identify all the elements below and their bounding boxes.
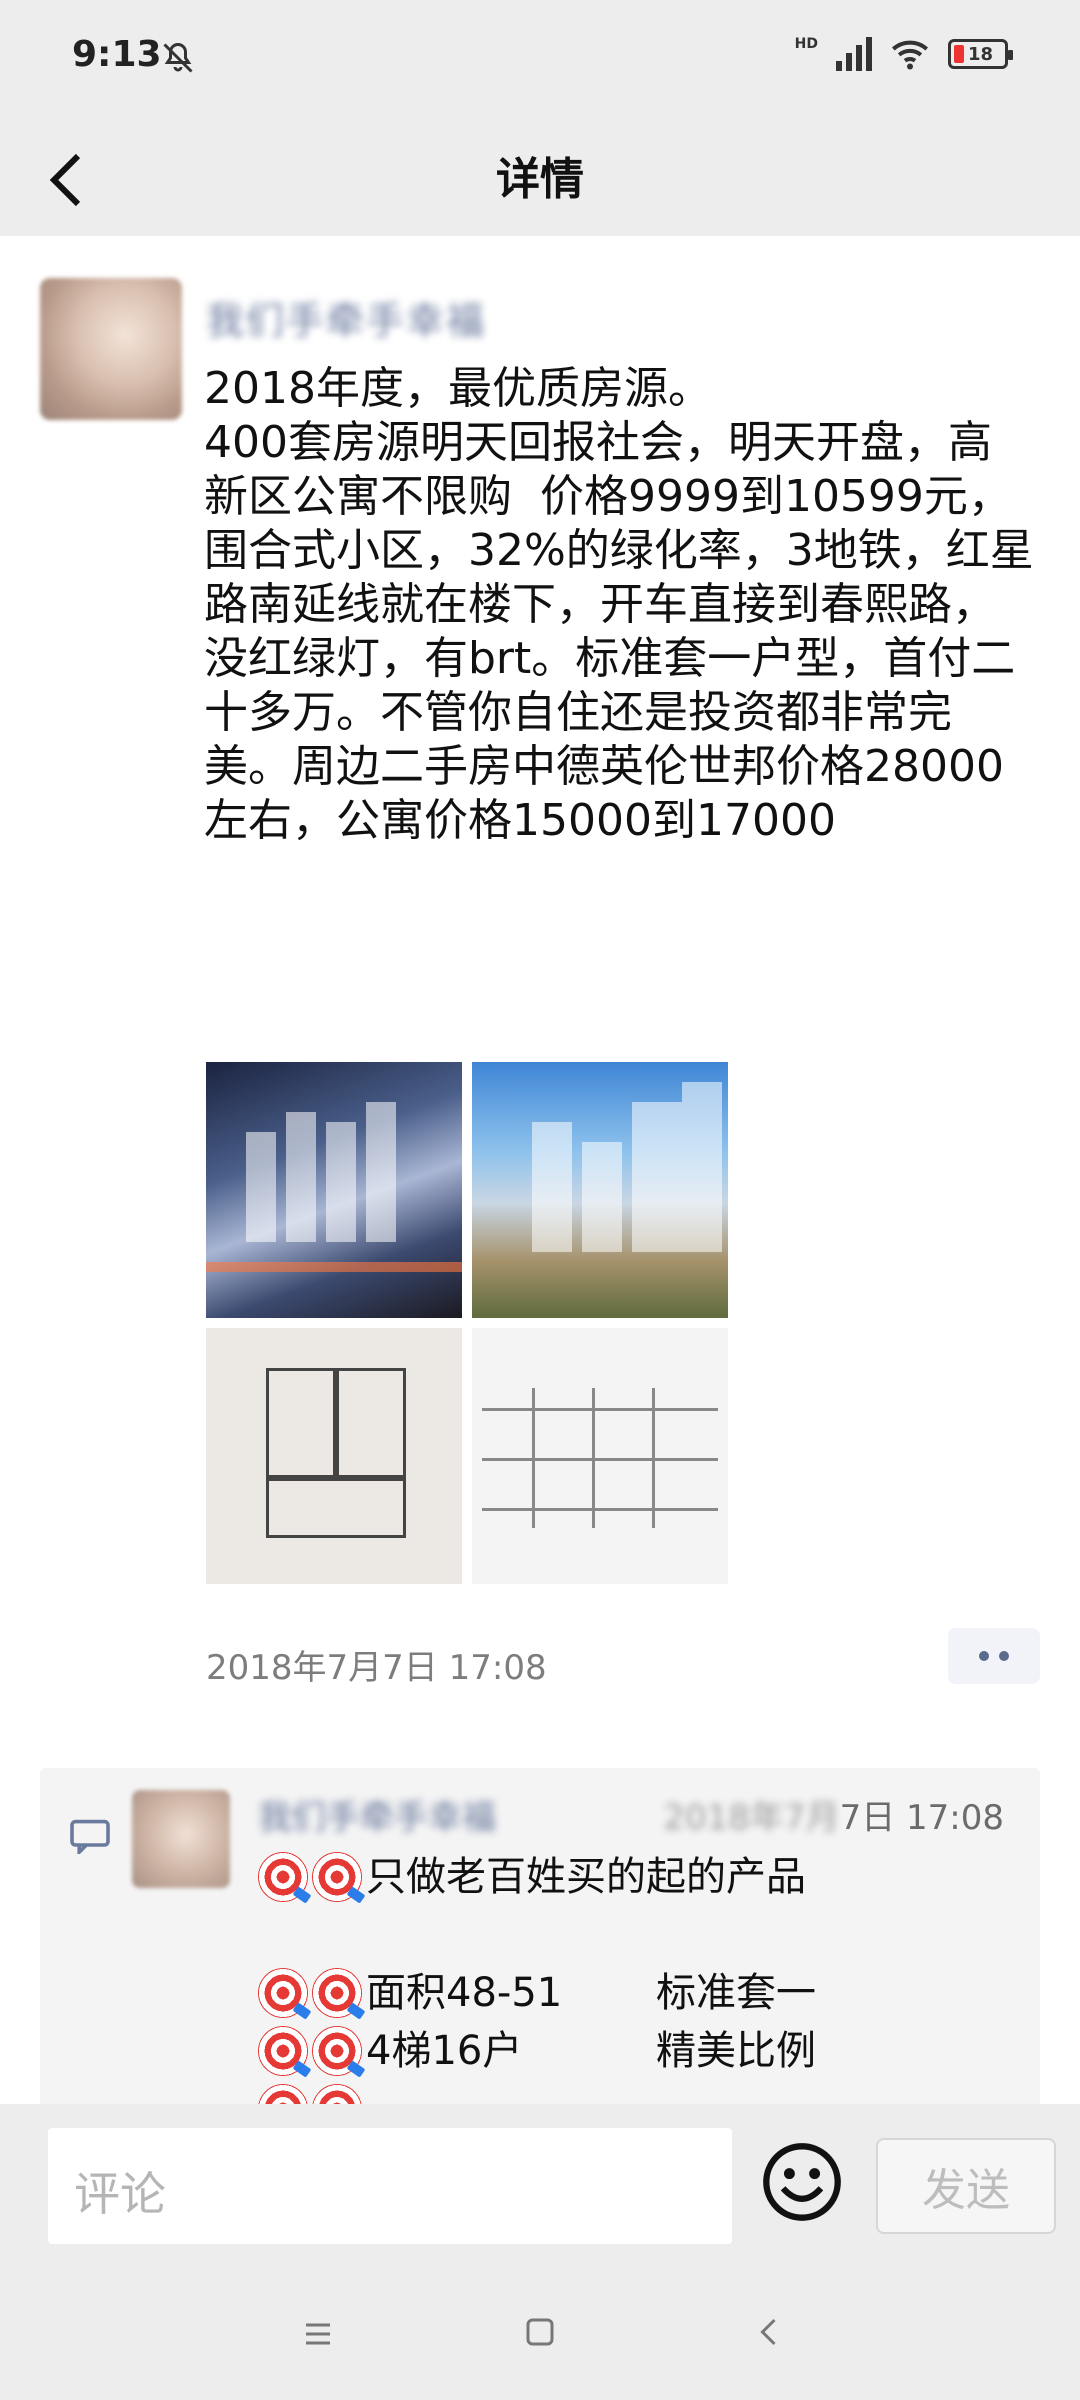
post-timestamp: 2018年7月7日 17:08 [206,1648,547,1688]
status-bar: 9:13 HD 18 [0,0,1080,120]
comment-line: 面积48-51 标准套一 [258,1964,1018,2022]
comment-time-blurred: 2018年7月 [663,1798,840,1838]
more-options-button[interactable] [948,1628,1040,1684]
battery-level: 18 [968,43,994,65]
comment-line-blank [258,1906,1018,1964]
nav-back-icon[interactable] [752,2314,788,2350]
comment-line: 4梯16户 精美比例 [258,2022,1018,2080]
comment-line-text-b: 精美比例 [656,2028,816,2074]
photo-building-view[interactable] [472,1062,728,1318]
comment-placeholder: 评论 [74,2167,166,2221]
menu-icon[interactable] [300,2316,336,2352]
comment-time-visible: 7日 17:08 [839,1798,1004,1838]
comment-avatar[interactable] [132,1790,230,1888]
system-nav-bar [0,2270,1080,2400]
wifi-icon [892,40,928,70]
comment-line: 只做老百姓买的起的产品 [258,1848,1018,1906]
target-emoji-icon [258,1852,308,1902]
target-emoji-icon [258,2026,308,2076]
send-button[interactable]: 发送 [876,2138,1056,2234]
post-avatar[interactable] [40,278,182,420]
photo-layout-plan[interactable] [472,1328,728,1584]
target-emoji-icon [312,1968,362,2018]
comment-line-text: 面积48-51 [366,1970,563,2016]
comment-icon [70,1819,110,1854]
bell-off-icon [163,42,193,73]
comment-author[interactable]: 我们手牵手幸福 [258,1790,496,1839]
target-emoji-icon [258,1968,308,2018]
comment-line-text: 4梯16户 [366,2028,523,2074]
comment-input[interactable]: 评论 [48,2128,732,2244]
comment-text: 只做老百姓买的起的产品 面积48-51 标准套一 4梯16户 精美比例 [258,1848,1018,2108]
target-emoji-icon [312,1852,362,1902]
dot-icon [999,1651,1009,1661]
dot-icon [979,1651,989,1661]
comment-line-text: 只做老百姓买的起的产品 [366,1854,806,1900]
status-icons: HD 18 [794,34,1013,74]
target-emoji-icon [312,2026,362,2076]
home-icon[interactable] [522,2314,558,2350]
page-title: 详情 [496,154,584,205]
comment-line-text-b: 标准套一 [656,1970,816,2016]
photo-floor-plan[interactable] [206,1328,462,1584]
signal-icon [836,37,872,71]
photo-aerial-view[interactable] [206,1062,462,1318]
battery-icon: 18 [948,39,1013,69]
emoji-icon[interactable] [760,2140,844,2224]
title-bar: 详情 [0,120,1080,236]
comments-section: 我们手牵手幸福 2018年7月7日 17:08 只做老百姓买的起的产品 面积48… [40,1768,1040,2108]
screen: 9:13 HD 18 详情 我们手牵手幸福 2018年度，最优质房源。 400套… [0,0,1080,2400]
comment-input-bar: 评论 发送 [0,2104,1080,2270]
status-time: 9:13 [72,34,162,75]
network-type: HD [794,36,818,52]
post-author[interactable]: 我们手牵手幸福 [206,290,486,345]
comment-time: 2018年7月7日 17:08 [663,1790,1004,1839]
post-text: 2018年度，最优质房源。 400套房源明天回报社会，明天开盘，高新区公寓不限购… [204,363,1034,846]
